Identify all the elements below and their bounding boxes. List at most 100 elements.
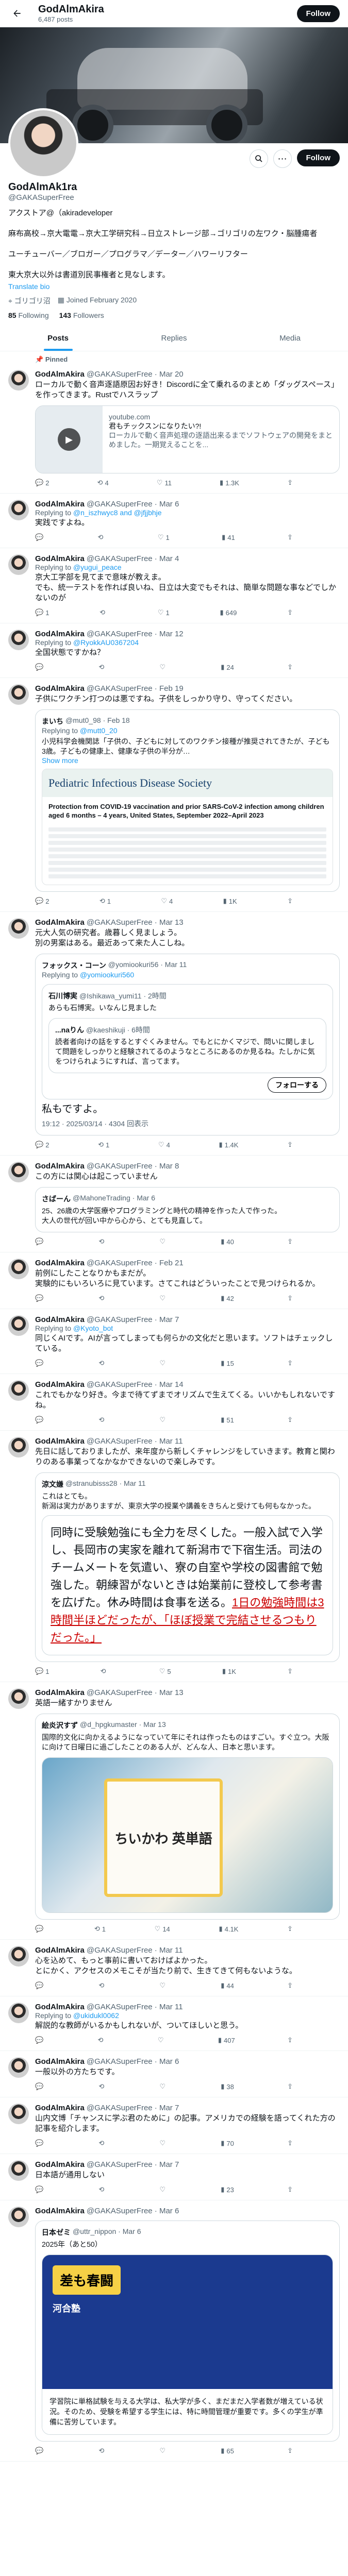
more-options-button[interactable]: ⋯ (273, 149, 292, 168)
post-author[interactable]: GodAlmAkira (35, 1946, 85, 1955)
share-button[interactable]: ⇪ (287, 608, 293, 617)
profile-follow-button[interactable]: Follow (296, 149, 340, 166)
header-follow-button[interactable]: Follow (296, 5, 340, 22)
like-button[interactable]: ♡ (158, 2036, 166, 2044)
quoted-post[interactable]: まいち @mut0_98 · Feb 18 Replying to @mutt0_… (35, 709, 340, 892)
post-avatar[interactable] (8, 554, 29, 575)
post-avatar[interactable] (8, 630, 29, 650)
post-avatar[interactable] (8, 2057, 29, 2078)
news-image[interactable]: 差も春闘 河合塾 学習院に単格試験を与える大学は、私大学が多く、まだまだ入学者数… (42, 2255, 333, 2435)
reply-button[interactable]: 💬 (35, 1359, 45, 1367)
post-author[interactable]: GodAlmAkira (35, 1259, 85, 1267)
post-author[interactable]: GodAlmAkira (35, 918, 85, 927)
share-button[interactable]: ⇪ (287, 479, 293, 487)
tab-posts[interactable]: Posts (0, 326, 116, 351)
share-button[interactable]: ⇪ (287, 2139, 293, 2147)
repost-button[interactable]: ⟲ (98, 1416, 106, 1424)
post-author[interactable]: GodAlmAkira (35, 1437, 85, 1446)
repost-button[interactable]: ⟲ (98, 2447, 106, 2455)
repost-button[interactable]: ⟲ (98, 2082, 106, 2091)
like-button[interactable]: ♡ (159, 1294, 168, 1302)
reply-to-handle[interactable]: @RyokkAU0367204 (73, 638, 139, 647)
post-avatar[interactable] (8, 500, 29, 520)
like-button[interactable]: ♡ 1 (158, 533, 170, 541)
post-avatar[interactable] (8, 1437, 29, 1458)
reply-button[interactable]: 💬 2 (35, 1141, 49, 1149)
quoted-post[interactable]: フォックス・コーン @yomiookuri56 · Mar 11 Replying… (35, 954, 340, 1136)
repost-button[interactable]: ⟲ (98, 2185, 106, 2194)
like-button[interactable]: ♡ (159, 2447, 168, 2455)
views-button[interactable]: ▮ 407 (218, 2036, 235, 2044)
article-excerpt-image[interactable]: 同時に受験勉強にも全力を尽くした。一般入試で入学し、長岡市の実家を離れて新潟市で… (42, 1515, 333, 1655)
share-button[interactable]: ⇪ (287, 2185, 293, 2194)
repost-button[interactable]: ⟲ (98, 2139, 106, 2147)
post-author[interactable]: GodAlmAkira (35, 1162, 85, 1171)
views-button[interactable]: ▮ 15 (221, 1359, 234, 1367)
views-button[interactable]: ▮ 4.1K (219, 1925, 238, 1933)
post[interactable]: GodAlmAkira @GAKASuperFree · Mar 11 Reply… (0, 1996, 348, 2051)
quote-author[interactable]: フォックス・コーン (42, 960, 106, 971)
post[interactable]: GodAlmAkira @GAKASuperFree · Mar 20 ローカルで… (0, 364, 348, 494)
post-author[interactable]: GodAlmAkira (35, 2003, 85, 2011)
reply-button[interactable]: 💬 (35, 663, 45, 671)
quote-author[interactable]: さばーん (42, 1194, 71, 1204)
views-button[interactable]: ▮ 24 (221, 663, 234, 671)
repost-button[interactable]: ⟲ (100, 608, 107, 617)
reply-button[interactable]: 💬 (35, 1981, 45, 1990)
views-button[interactable]: ▮ 649 (220, 608, 237, 617)
reply-to-handle[interactable]: @yugui_peace (73, 563, 122, 571)
views-button[interactable]: ▮ 1.3K (220, 479, 239, 487)
post-avatar[interactable] (8, 2003, 29, 2023)
quoted-post[interactable]: さばーん @MahoneTrading · Mar 6 25、26歳の大学医療やプ… (35, 1187, 340, 1232)
post-author[interactable]: GodAlmAkira (35, 1688, 85, 1697)
views-button[interactable]: ▮ 40 (221, 1238, 234, 1246)
like-button[interactable]: ♡ (159, 1238, 168, 1246)
post[interactable]: GodAlmAkira @GAKASuperFree · Mar 7 Replyi… (0, 1309, 348, 1374)
post-author[interactable]: GodAlmAkira (35, 2104, 85, 2112)
like-button[interactable]: ♡ (159, 2082, 168, 2091)
post-avatar[interactable] (8, 684, 29, 705)
translate-bio-link[interactable]: Translate bio (8, 282, 340, 291)
like-button[interactable]: ♡ (159, 1981, 168, 1990)
reply-button[interactable]: 💬 2 (35, 897, 49, 905)
repost-button[interactable]: ⟲ (98, 1981, 106, 1990)
reply-button[interactable]: 💬 (35, 533, 45, 541)
like-button[interactable]: ♡ (159, 663, 168, 671)
post-author[interactable]: GodAlmAkira (35, 500, 85, 509)
repost-button[interactable]: ⟲ 1 (98, 1141, 109, 1149)
like-button[interactable]: ♡ (159, 2139, 168, 2147)
post[interactable]: GodAlmAkira @GAKASuperFree · Mar 11 心を込めて… (0, 1940, 348, 1996)
share-button[interactable]: ⇪ (287, 1238, 293, 1246)
reply-button[interactable]: 💬 (35, 1925, 45, 1933)
reply-button[interactable]: 💬 (35, 2036, 45, 2044)
post[interactable]: GodAlmAkira @GAKASuperFree · Feb 19 子供にワク… (0, 678, 348, 912)
post-avatar[interactable] (8, 1259, 29, 1279)
like-button[interactable]: ♡ 5 (159, 1667, 171, 1675)
post[interactable]: GodAlmAkira @GAKASuperFree · Mar 13 英語一緒す… (0, 1682, 348, 1940)
post-avatar[interactable] (8, 1688, 29, 1709)
views-button[interactable]: ▮ 51 (221, 1416, 234, 1424)
post-author[interactable]: GodAlmAkira (35, 554, 85, 563)
repost-button[interactable]: ⟲ 1 (100, 897, 111, 905)
reply-button[interactable]: 💬 1 (35, 1667, 49, 1675)
post[interactable]: GodAlmAkira @GAKASuperFree · Mar 6 日本ゼミ @u… (0, 2200, 348, 2462)
quoted-post[interactable]: 絵炎沢すず @d_hpgkumaster · Mar 13 国際的文化に向かえるよ… (35, 1714, 340, 1920)
like-button[interactable]: ♡ 11 (157, 479, 172, 487)
reply-button[interactable]: 💬 1 (35, 608, 49, 617)
book-photo[interactable]: ちいかわ 英単語 (42, 1757, 333, 1913)
tab-replies[interactable]: Replies (116, 326, 232, 351)
quote-author[interactable]: 絵炎沢すず (42, 1720, 78, 1731)
post-author[interactable]: GodAlmAkira (35, 684, 85, 693)
post[interactable]: GodAlmAkira @GAKASuperFree · Mar 6 一般以外の方… (0, 2051, 348, 2097)
post[interactable]: GodAlmAkira @GAKASuperFree · Mar 14 これでもか… (0, 1374, 348, 1431)
quote-reply-to-handle[interactable]: @yomiookuri560 (80, 971, 134, 979)
post-avatar[interactable] (8, 370, 29, 391)
views-button[interactable]: ▮ 44 (221, 1981, 234, 1990)
views-button[interactable]: ▮ 1K (222, 1667, 236, 1675)
post-avatar[interactable] (8, 1380, 29, 1401)
like-button[interactable]: ♡ 1 (158, 608, 170, 617)
share-button[interactable]: ⇪ (287, 897, 293, 905)
reply-to-handle[interactable]: @Kyoto_bot (73, 1324, 113, 1332)
post-author[interactable]: GodAlmAkira (35, 2057, 85, 2066)
post-author[interactable]: GodAlmAkira (35, 630, 85, 638)
